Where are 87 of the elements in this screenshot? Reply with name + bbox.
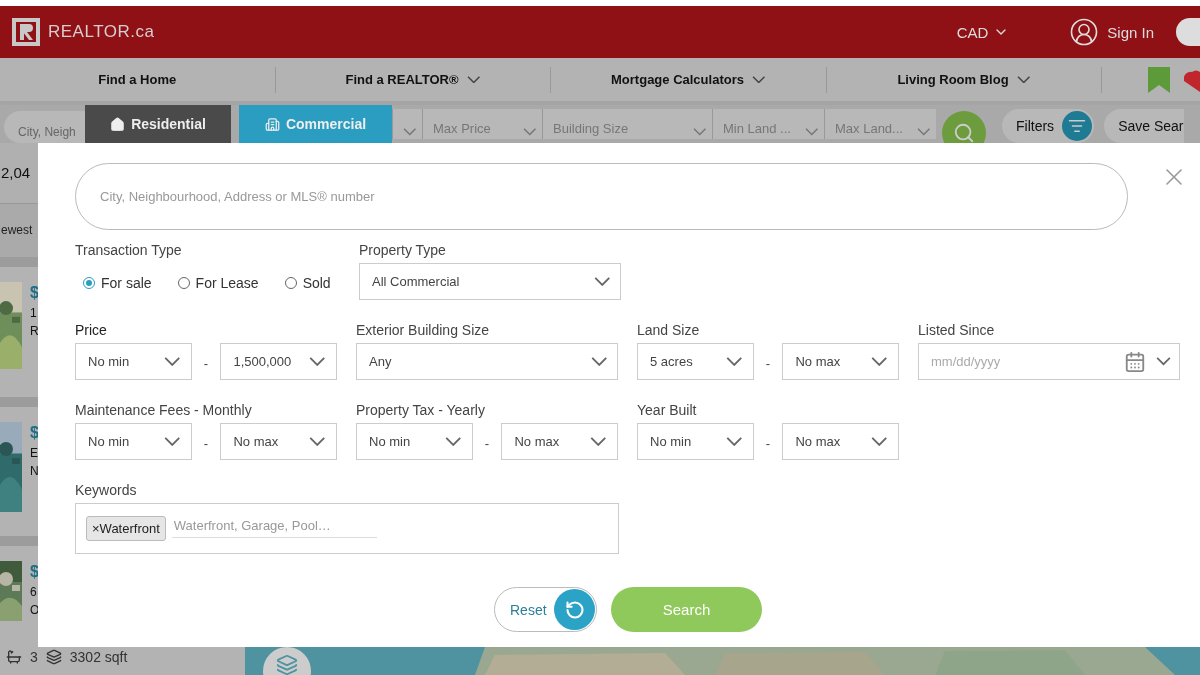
listing-text: 6 (30, 584, 38, 599)
dropdown[interactable]: No min (75, 423, 192, 460)
tab[interactable]: Residential (85, 105, 231, 143)
reset-icon (564, 599, 585, 620)
chevron-down-icon (1156, 357, 1171, 366)
layers-icon (276, 653, 298, 675)
dropdown[interactable]: No min (637, 423, 754, 460)
chevron-down-icon (309, 436, 326, 447)
nav-link[interactable]: Find a Home (0, 66, 276, 93)
dropdown[interactable]: No max (501, 423, 618, 460)
area-text: 3302 sqft (69, 649, 128, 665)
nav-link[interactable]: Mortgage Calculators (551, 66, 827, 93)
listing-text: R (30, 324, 39, 339)
dropdown[interactable]: No max (782, 423, 899, 460)
dropdown[interactable]: 1,500,000 (220, 343, 337, 380)
chevron-down-icon (590, 356, 607, 367)
chevron-down-icon (593, 276, 610, 287)
beds-count: 3 (30, 649, 38, 665)
radio-option[interactable]: Sold (284, 275, 331, 291)
sort-dropdown[interactable]: ewest (1, 223, 33, 238)
currency-dropdown[interactable]: CAD (956, 23, 1010, 41)
dropdown[interactable]: All Commercial (359, 263, 621, 300)
dropdown[interactable]: No min (75, 343, 192, 380)
search-field[interactable]: City, Neighbourhood, Address or MLS® number (75, 163, 1128, 230)
chevron-down-icon (164, 356, 181, 367)
chevron-down-icon (403, 128, 417, 136)
chevron-down-icon (590, 436, 607, 447)
chevron-down-icon (522, 128, 536, 136)
listing-text: N (30, 463, 39, 478)
chevron-down-icon (309, 356, 326, 367)
listing-text: 1 (30, 306, 38, 321)
dropdown[interactable]: No min (356, 423, 473, 460)
dropdown[interactable]: 5 acres (637, 343, 754, 380)
dropdown[interactable]: No max (782, 343, 899, 380)
listing-price: $ (30, 284, 39, 303)
save-search-button[interactable]: Save Sear (1104, 109, 1184, 143)
user-icon (1069, 17, 1100, 47)
chevron-down-icon (726, 436, 743, 447)
range-dash: - (202, 435, 210, 451)
results-count: 2,04 (1, 164, 31, 182)
field-label: Exterior Building Size (356, 322, 491, 338)
building-icon (264, 116, 280, 132)
listing-price: $ (30, 423, 39, 442)
range-dash: - (483, 435, 491, 451)
chevron-down-icon (726, 356, 743, 367)
field-label: Property Tax - Yearly (356, 402, 486, 418)
field-label: Year Built (637, 402, 698, 418)
chevron-down-icon (871, 356, 888, 367)
dropdown[interactable]: Any (356, 343, 618, 380)
logo-icon (12, 18, 40, 46)
bookmark-icon[interactable] (1148, 66, 1170, 93)
avatar[interactable] (1176, 18, 1200, 46)
field-label: Price (75, 322, 108, 338)
search-icon (953, 122, 975, 144)
radio-option[interactable]: For Lease (177, 275, 259, 291)
listing-text: E (30, 445, 39, 460)
range-dash: - (202, 355, 210, 371)
field-label: Keywords (75, 482, 138, 498)
logo-text[interactable]: REALTOR.ca (48, 22, 155, 42)
house-icon (110, 116, 126, 132)
chevron-down-icon (164, 436, 181, 447)
field-label: Listed Since (918, 322, 996, 338)
dropdown[interactable] (392, 109, 422, 139)
radio-option[interactable]: For sale (83, 275, 152, 291)
range-dash: - (764, 355, 772, 371)
nav-link[interactable]: Find a REALTOR® (275, 66, 551, 93)
filters-button[interactable]: Filters (1002, 109, 1095, 143)
chevron-down-icon (804, 128, 818, 136)
nav-link[interactable]: Living Room Blog (826, 66, 1102, 93)
chevron-down-icon (916, 128, 930, 136)
area-icon (45, 649, 62, 665)
bath-icon (6, 649, 22, 665)
field-label: Maintenance Fees - Monthly (75, 402, 253, 418)
listing-price: $ (30, 562, 40, 581)
reset-button[interactable]: Reset (494, 587, 597, 632)
chevron-down-icon (871, 436, 888, 447)
chevron-down-icon (692, 128, 706, 136)
sign-in-button[interactable]: Sign In (1069, 17, 1154, 47)
dropdown[interactable]: No max (220, 423, 337, 460)
filter-icon (1068, 117, 1087, 135)
field-label: Property Type (359, 242, 447, 258)
keyword-tag[interactable]: ×Waterfront (86, 516, 166, 541)
field-label: Transaction Type (75, 242, 183, 258)
field-label: Land Size (637, 322, 701, 338)
chevron-down-icon (445, 436, 462, 447)
calendar-icon (1124, 350, 1146, 373)
range-dash: - (764, 435, 772, 451)
